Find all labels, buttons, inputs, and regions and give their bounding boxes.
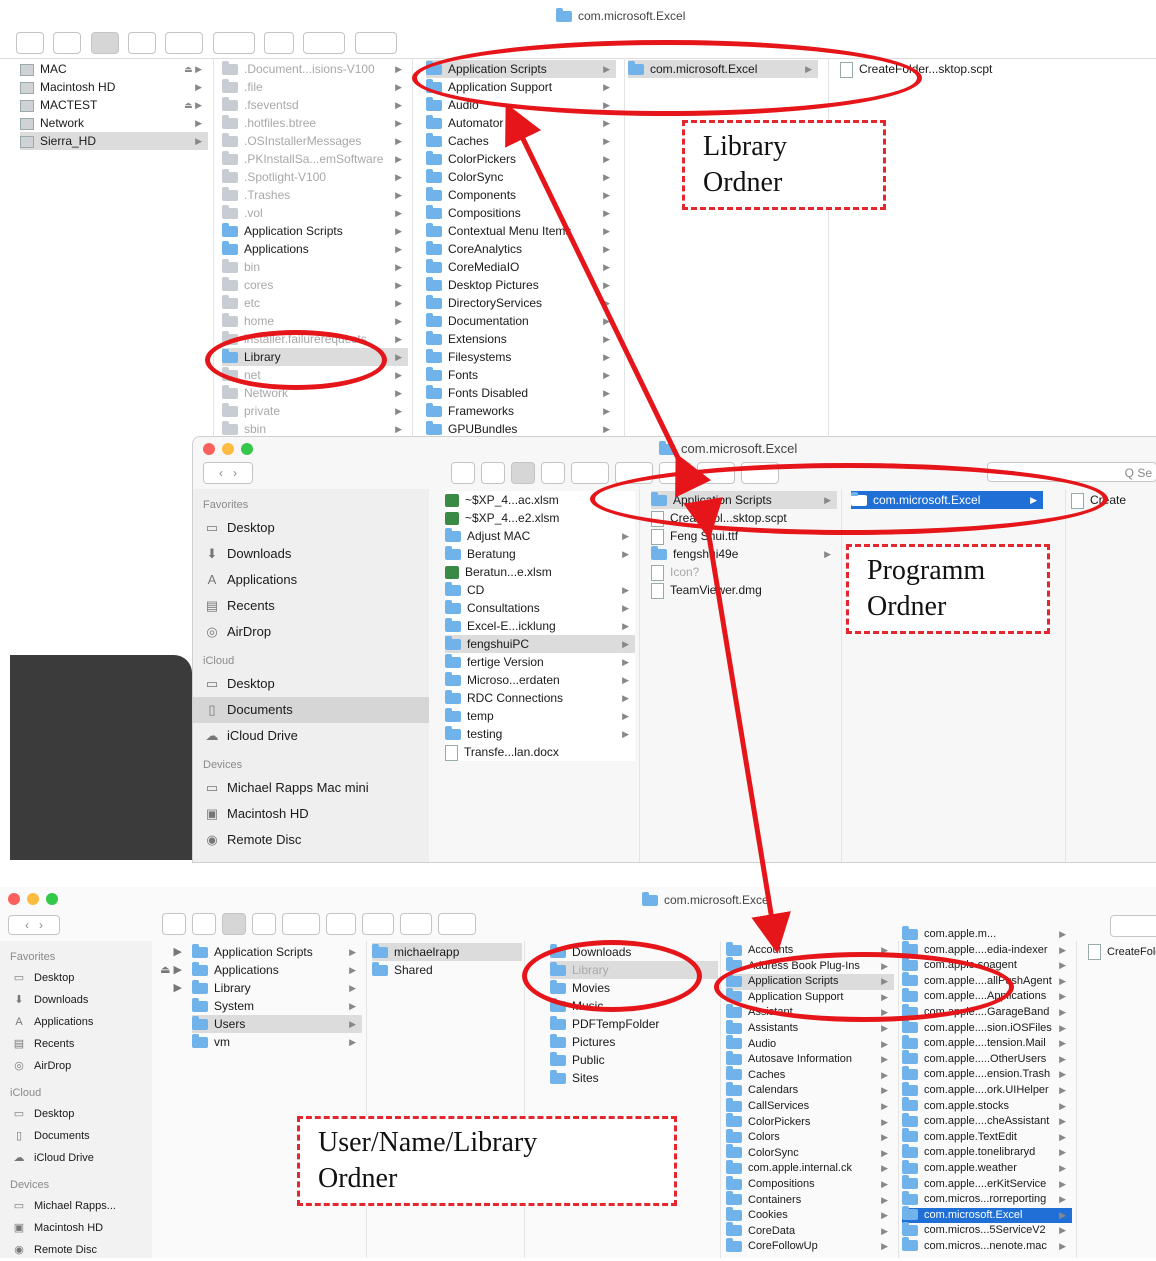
arrows-overlay — [505, 103, 791, 954]
arrow — [505, 103, 712, 498]
arrow — [683, 497, 791, 954]
